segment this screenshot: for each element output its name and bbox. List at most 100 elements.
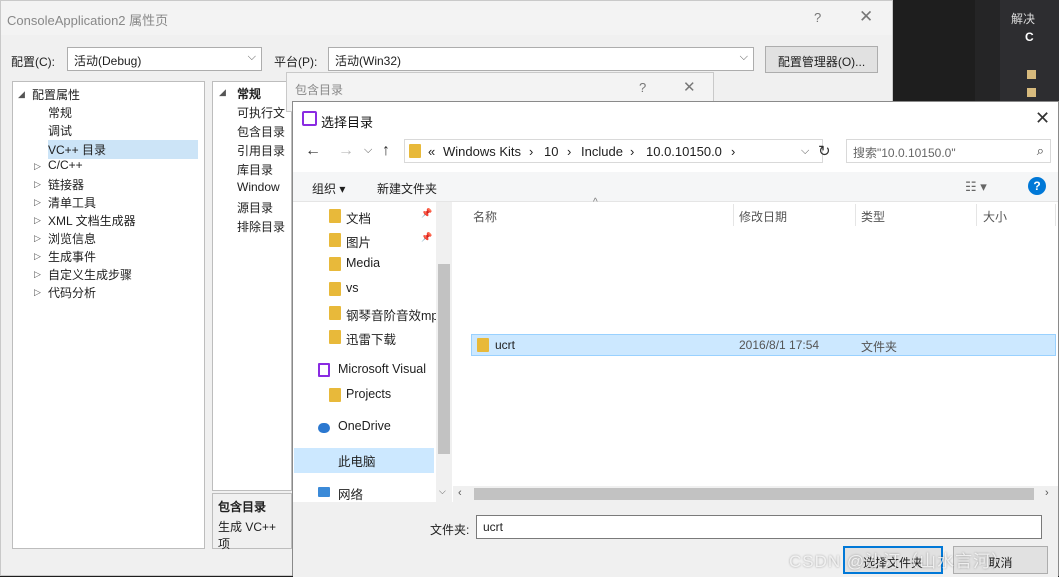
tree-item[interactable]: 链接器 [48, 176, 84, 193]
table-row[interactable]: ucrt 2016/8/1 17:54 文件夹 [471, 334, 1056, 356]
tree-item[interactable]: 清单工具 [48, 194, 96, 211]
tree-item[interactable]: 常规 [48, 104, 72, 121]
recent-locations-chevron-icon[interactable]: ⌵ [364, 144, 372, 157]
search-icon[interactable]: ⌕ [1037, 143, 1044, 159]
refresh-icon[interactable]: ↻ [818, 142, 831, 160]
help-icon[interactable]: ? [1028, 177, 1046, 195]
config-combo[interactable]: 活动(Debug) ⌵ [67, 47, 262, 71]
nav-item[interactable]: 网络 [338, 484, 363, 503]
expand-twisty-icon[interactable]: ▷ [34, 233, 41, 244]
include-help-button[interactable]: ? [639, 80, 646, 95]
solution-explorer-label[interactable]: 解决 [1011, 10, 1035, 27]
tree-item[interactable]: 浏览信息 [48, 230, 96, 247]
scroll-down-chevron-icon[interactable]: ⌵ [439, 486, 446, 497]
tree-item[interactable]: 配置属性 [32, 86, 80, 103]
view-options-icon[interactable]: ☷ ▾ [965, 179, 987, 195]
nav-item[interactable]: 文档 [346, 208, 371, 227]
column-header-name[interactable]: 名称 [473, 208, 497, 225]
expand-twisty-icon[interactable]: ▷ [34, 215, 41, 226]
scroll-right-chevron-icon[interactable]: › [1045, 487, 1049, 499]
nav-item[interactable]: 迅雷下载 [346, 329, 396, 348]
expand-twisty-icon[interactable]: ▷ [34, 179, 41, 190]
help-button[interactable]: ? [814, 10, 821, 25]
column-divider[interactable] [855, 204, 856, 226]
platform-combo[interactable]: 活动(Win32) ⌵ [328, 47, 754, 71]
breadcrumb-10-0-10150-0[interactable]: 10.0.10150.0 [646, 144, 722, 159]
folder-field-label: 文件夹: [430, 523, 470, 537]
nav-item[interactable]: 钢琴音阶音效mp [346, 305, 436, 324]
visual-studio-icon [302, 111, 317, 126]
tree-item[interactable]: 生成事件 [48, 248, 96, 265]
tree-item[interactable]: VC++ 目录 [48, 140, 198, 159]
folder-icon [477, 338, 489, 352]
close-icon[interactable]: ✕ [1035, 108, 1050, 129]
expand-twisty-icon[interactable]: ▷ [34, 287, 41, 298]
nav-item[interactable]: 图片 [346, 232, 371, 251]
folder-name-input[interactable]: ucrt [476, 515, 1042, 539]
nav-item[interactable]: Microsoft Visual [338, 362, 426, 376]
collapse-twisty-icon[interactable]: ◢ [18, 89, 25, 100]
row-name: ucrt [495, 338, 516, 352]
nav-item[interactable]: vs [346, 281, 359, 295]
breadcrumb-separator[interactable]: › [567, 144, 571, 159]
column-divider[interactable] [976, 204, 977, 226]
config-manager-button[interactable]: 配置管理器(O)... [765, 46, 878, 73]
nav-item[interactable]: OneDrive [338, 419, 391, 433]
breadcrumb-overflow[interactable]: « [428, 144, 435, 159]
property-row-name[interactable]: 可执行文 [237, 104, 285, 121]
horizontal-scroll-thumb[interactable] [474, 488, 1034, 500]
expand-twisty-icon[interactable]: ▷ [34, 251, 41, 262]
tree-item[interactable]: 自定义生成步骤 [48, 266, 132, 283]
property-row-name[interactable]: 库目录 [237, 161, 273, 178]
property-row-name[interactable]: 引用目录 [237, 142, 285, 159]
expand-twisty-icon[interactable]: ▷ [34, 161, 41, 172]
tree-item[interactable]: C/C++ [48, 158, 83, 172]
new-folder-button[interactable]: 新建文件夹 [377, 180, 437, 197]
nav-item[interactable]: Media [346, 256, 380, 270]
tree-item[interactable]: 代码分析 [48, 284, 96, 301]
tree-item[interactable]: 调试 [48, 122, 72, 139]
property-row-name[interactable]: 包含目录 [237, 123, 285, 140]
back-arrow-icon[interactable]: ← [305, 142, 321, 160]
breadcrumb-separator[interactable]: › [529, 144, 533, 159]
close-button[interactable]: ✕ [859, 7, 873, 27]
expand-twisty-icon[interactable]: ▷ [34, 269, 41, 280]
address-bar[interactable]: « Windows Kits › 10 › Include › 10.0.101… [404, 139, 823, 163]
search-input[interactable]: 搜索"10.0.10150.0" ⌕ [846, 139, 1051, 163]
forward-arrow-icon[interactable]: → [338, 142, 354, 160]
nav-scrollbar[interactable]: ⌵ [436, 202, 452, 502]
row-date: 2016/8/1 17:54 [739, 338, 820, 352]
column-header-size[interactable]: 大小 [983, 208, 1007, 225]
collapse-twisty-icon[interactable]: ◢ [219, 87, 226, 98]
pin-icon[interactable]: 📌 [421, 232, 432, 243]
visual-studio-icon [318, 363, 330, 377]
column-header-type[interactable]: 类型 [861, 208, 885, 225]
column-header-date[interactable]: 修改日期 [739, 208, 787, 225]
property-row-name[interactable]: 排除目录 [237, 218, 285, 235]
breadcrumb-include[interactable]: Include [581, 144, 623, 159]
column-divider[interactable] [1055, 204, 1056, 226]
breadcrumb-separator[interactable]: › [731, 144, 735, 159]
include-dialog-title: 包含目录 [295, 83, 344, 97]
up-arrow-icon[interactable]: ↑ [382, 142, 390, 160]
property-row-name[interactable]: 源目录 [237, 199, 273, 216]
include-close-button[interactable]: ✕ [683, 78, 696, 96]
expand-twisty-icon[interactable]: ▷ [34, 197, 41, 208]
organize-button[interactable]: 组织 ▾ [312, 180, 345, 197]
pin-icon[interactable]: 📌 [421, 208, 432, 219]
navigation-pane: 文档 📌 图片 📌 Media vs 钢琴音阶音效mp 迅雷下载 Microsoft Visua… [293, 202, 453, 502]
scroll-left-chevron-icon[interactable]: ‹ [458, 487, 462, 499]
horizontal-scrollbar[interactable]: ‹ › [453, 486, 1058, 503]
nav-item[interactable]: Projects [346, 387, 391, 401]
doc-folder-icon [329, 209, 341, 223]
address-history-chevron-icon[interactable]: ⌵ [801, 145, 809, 158]
breadcrumb-separator[interactable]: › [630, 144, 634, 159]
breadcrumb-windows-kits[interactable]: Windows Kits [443, 144, 521, 159]
column-divider[interactable] [733, 204, 734, 226]
nav-item[interactable]: 此电脑 [294, 448, 434, 473]
nav-scroll-thumb[interactable] [438, 264, 450, 454]
solution-node-label[interactable]: C [1025, 30, 1034, 44]
tree-item[interactable]: XML 文档生成器 [48, 212, 136, 229]
property-row-name[interactable]: Window [237, 180, 280, 194]
breadcrumb-10[interactable]: 10 [544, 144, 558, 159]
